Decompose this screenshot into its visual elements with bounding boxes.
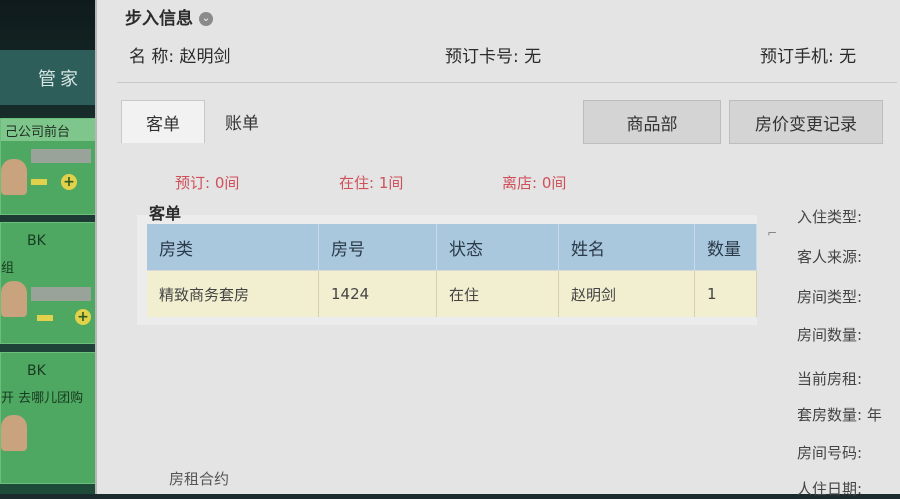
chevron-down-icon[interactable]: ⌄	[199, 12, 213, 26]
cell-room-type: 精致商务套房	[147, 270, 319, 317]
column-header-quantity[interactable]: 数量	[694, 224, 757, 271]
cell-quantity: 1	[694, 270, 757, 317]
dialog-title: 步入信息 ⌄	[125, 4, 213, 29]
column-header-room-type[interactable]: 房类	[147, 224, 319, 271]
booking-phone-field: 预订手机: 无	[760, 47, 857, 67]
dialog-title-text: 步入信息	[125, 9, 193, 29]
checkin-date-label: 人住日期:	[797, 480, 863, 498]
column-header-name[interactable]: 姓名	[558, 224, 695, 271]
room-number-label: 房间号码:	[797, 444, 863, 462]
tab-goods[interactable]: 商品部	[583, 100, 721, 144]
summary-booked: 预订: 0间	[175, 174, 240, 192]
cell-room-no: 1424	[318, 270, 437, 317]
booking-card-field: 预订卡号: 无	[445, 47, 542, 67]
plus-icon[interactable]: +	[61, 174, 77, 190]
guest-avatar-icon	[1, 281, 27, 317]
suite-count-label: 套房数量: 年	[797, 406, 882, 424]
minus-icon	[31, 179, 47, 185]
current-rent-label: 当前房租:	[797, 370, 863, 388]
tab-price-change-log[interactable]: 房价变更记录	[729, 100, 883, 144]
column-header-room-no[interactable]: 房号	[318, 224, 437, 271]
room-type-label: 房间类型:	[797, 288, 863, 306]
guest-info-dialog: 步入信息 ⌄ 名 称: 赵明剑 预订卡号: 无 预订手机: 无 客单 账单 商品部…	[95, 0, 900, 498]
room-card-code: BK	[27, 233, 46, 249]
summary-in-house: 在住: 1间	[339, 174, 404, 192]
minus-icon	[37, 315, 53, 321]
status-bar	[31, 287, 91, 301]
column-header-status[interactable]: 状态	[436, 224, 559, 271]
guest-order-table: 房类 房号 状态 姓名 数量 精致商务套房 1424 在住 赵明剑 1	[147, 224, 757, 317]
cell-name: 赵明剑	[558, 270, 695, 317]
status-bar	[31, 149, 91, 163]
room-count-label: 房间数量:	[797, 326, 863, 344]
cell-status: 在住	[436, 270, 559, 317]
room-card-sub: 开 去哪儿团购	[1, 391, 84, 406]
table-row[interactable]: 精致商务套房 1424 在住 赵明剑 1	[147, 270, 757, 317]
tab-guest-order[interactable]: 客单	[121, 100, 205, 143]
guest-source-label: 客人来源:	[797, 248, 863, 266]
divider	[117, 82, 897, 83]
guest-order-title: 客单	[149, 204, 182, 223]
guest-avatar-icon	[1, 415, 27, 451]
summary-checked-out: 离店: 0间	[502, 174, 567, 192]
room-card-code: BK	[27, 363, 46, 379]
plus-icon[interactable]: +	[75, 309, 91, 325]
collapse-icon[interactable]: ⌐	[767, 226, 777, 240]
checkin-type-label: 入住类型:	[797, 208, 863, 226]
contract-label: 房租合约	[169, 470, 230, 488]
table-header-row: 房类 房号 状态 姓名 数量	[147, 224, 757, 271]
guest-name-field: 名 称: 赵明剑	[129, 47, 231, 67]
tab-bill[interactable]: 账单	[207, 100, 277, 142]
room-card-sub: 组	[1, 261, 15, 276]
guest-avatar-icon	[1, 159, 27, 195]
